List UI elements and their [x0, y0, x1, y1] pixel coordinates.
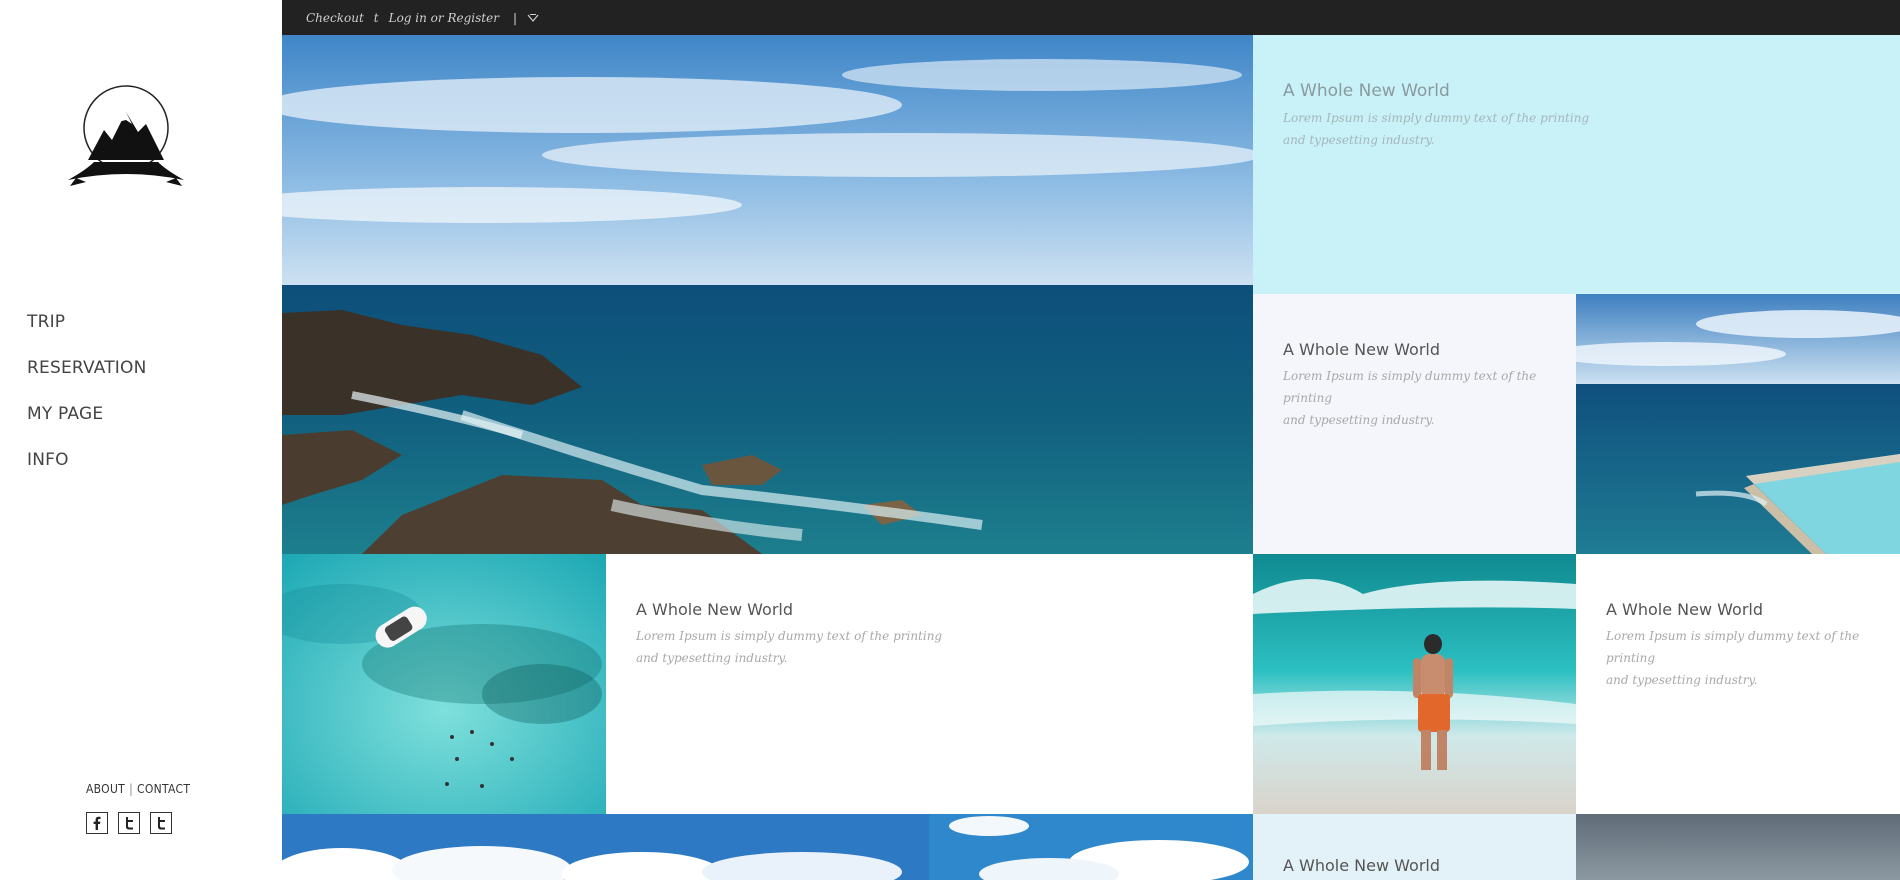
about-link[interactable]: ABOUT	[86, 782, 125, 796]
card-description: Lorem Ipsum is simply dummy text of the …	[1606, 629, 1860, 687]
nav-item-trip[interactable]: TRIP	[27, 310, 147, 356]
hero-coastline-image[interactable]	[282, 35, 1253, 554]
top-bar: Checkout t Log in or Register |	[282, 0, 1900, 35]
clouds-image-1[interactable]	[282, 814, 929, 880]
surfer-beach-image[interactable]	[1253, 554, 1576, 814]
card-description: Lorem Ipsum is simply dummy text of the …	[1283, 369, 1537, 427]
card-description: Lorem Ipsum is simply dummy text of the …	[1283, 111, 1590, 147]
card-description: Lorem Ipsum is simply dummy text of the …	[636, 629, 943, 665]
checkout-link[interactable]: Checkout	[306, 11, 364, 25]
facebook-icon[interactable]	[86, 812, 108, 834]
social-links	[86, 812, 172, 834]
chevron-down-icon[interactable]	[527, 13, 539, 23]
feature-card-white[interactable]: A Whole New World Lorem Ipsum is simply …	[606, 554, 1253, 814]
feature-card-white-right[interactable]: A Whole New World Lorem Ipsum is simply …	[1576, 554, 1900, 814]
card-title: A Whole New World	[1606, 600, 1763, 619]
footer-separator: |	[129, 782, 134, 796]
nav-item-reservation[interactable]: RESERVATION	[27, 356, 147, 402]
top-bar-t: t	[373, 10, 379, 25]
twitter-icon[interactable]	[118, 812, 140, 834]
ocean-pool-image[interactable]	[1576, 294, 1900, 554]
mountain-logo[interactable]	[66, 82, 186, 192]
top-bar-divider: |	[512, 10, 517, 25]
grey-sky-image[interactable]	[1576, 814, 1900, 880]
twitter-icon[interactable]	[150, 812, 172, 834]
feature-card-cyan[interactable]: A Whole New World Lorem Ipsum is simply …	[1253, 35, 1900, 294]
feature-card-lightblue[interactable]: A Whole New World	[1253, 814, 1576, 880]
main-nav: TRIP RESERVATION MY PAGE INFO	[27, 310, 147, 494]
card-title: A Whole New World	[1283, 856, 1440, 875]
nav-item-info[interactable]: INFO	[27, 448, 147, 494]
boat-lagoon-image[interactable]	[282, 554, 606, 814]
card-title: A Whole New World	[1283, 340, 1440, 359]
login-register-link[interactable]: Log in or Register	[389, 11, 499, 25]
clouds-image-2[interactable]	[929, 814, 1253, 880]
nav-item-my-page[interactable]: MY PAGE	[27, 402, 147, 448]
card-title: A Whole New World	[1283, 81, 1450, 101]
footer-links: ABOUT | CONTACT	[86, 782, 190, 796]
sidebar: TRIP RESERVATION MY PAGE INFO ABOUT | CONT…	[0, 0, 282, 880]
feature-card-lavender[interactable]: A Whole New World Lorem Ipsum is simply …	[1253, 294, 1576, 554]
contact-link[interactable]: CONTACT	[137, 782, 190, 796]
card-title: A Whole New World	[636, 600, 793, 619]
